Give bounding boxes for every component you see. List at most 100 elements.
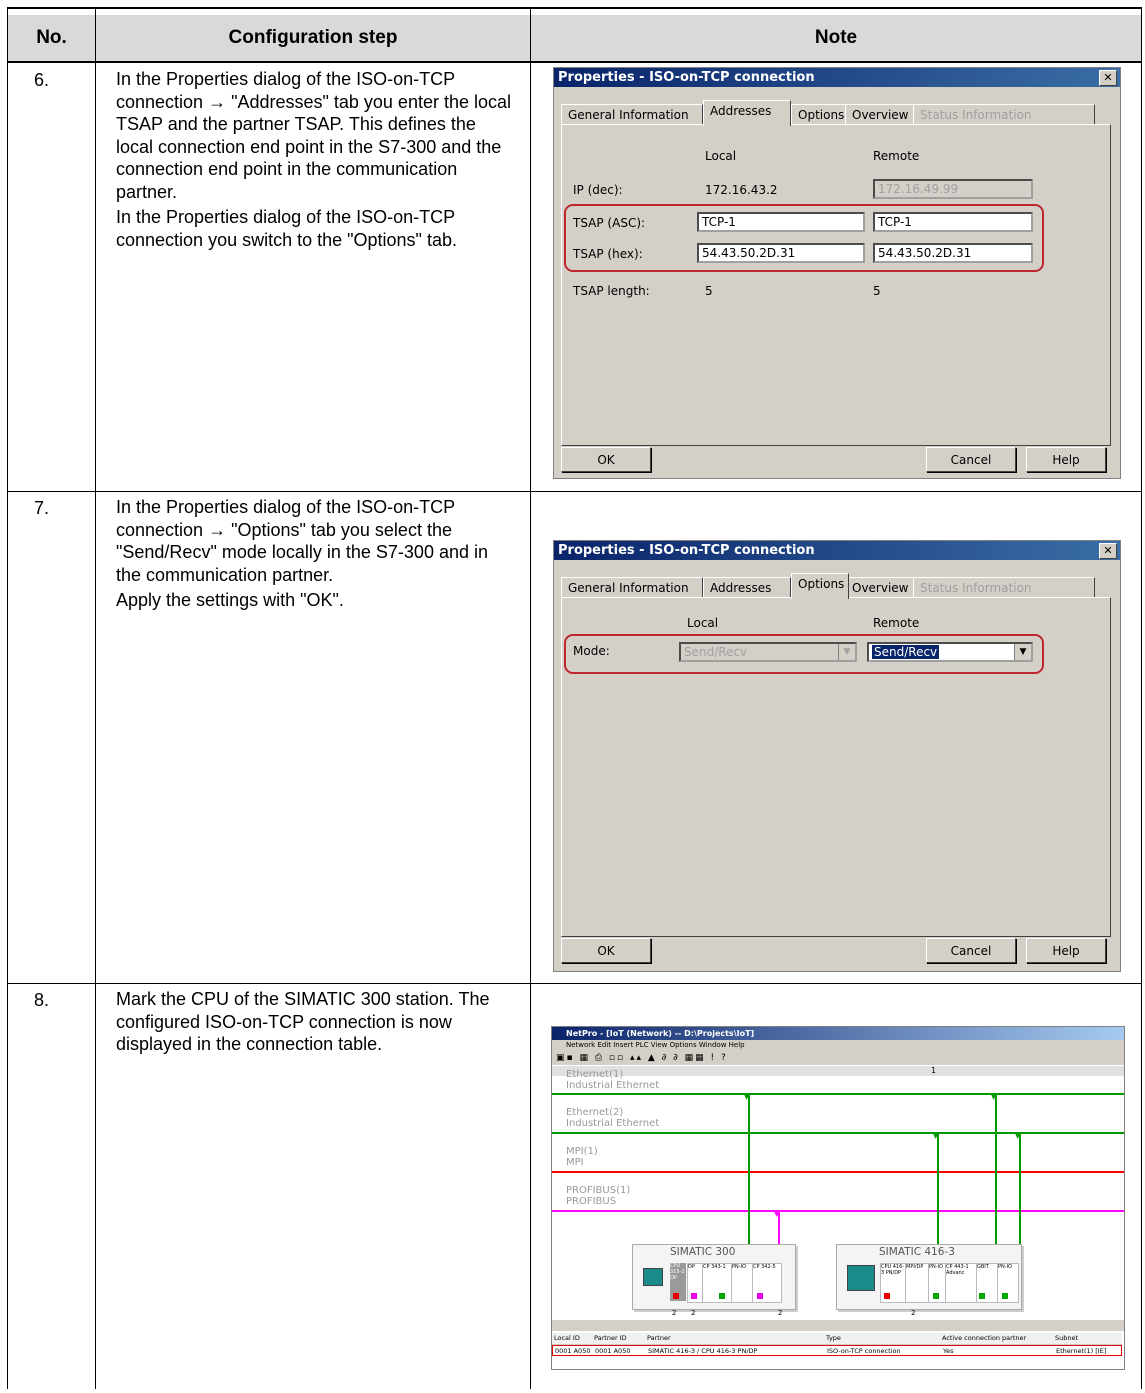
station-name: SIMATIC 300 [670, 1246, 736, 1258]
col-remote: Remote [873, 616, 920, 630]
row-number-6: 6. [34, 70, 50, 90]
module-label: PN-IO [929, 1264, 943, 1270]
ip-remote-field[interactable]: 172.16.49.99 [873, 179, 1033, 199]
col-header: Partner ID [594, 1334, 627, 1342]
network-label: Ethernet(1) Industrial Ethernet [566, 1069, 659, 1091]
header-note-label: Note [814, 27, 858, 48]
tab-status-information[interactable]: Status Information [913, 577, 1095, 598]
network-name: Ethernet(2) [566, 1107, 624, 1118]
tab-panel: Local Remote IP (dec): 172.16.43.2 172.1… [561, 124, 1111, 446]
tab-options[interactable]: Options [791, 573, 849, 599]
tab-addresses[interactable]: Addresses [703, 577, 791, 598]
port-icon [1002, 1293, 1008, 1299]
port-icon [757, 1293, 763, 1299]
tab-options[interactable]: Options [791, 104, 849, 125]
network-type: Industrial Ethernet [566, 1080, 660, 1091]
ruler-number: 1 [931, 1066, 937, 1075]
col-header: Partner [647, 1334, 671, 1342]
table-row[interactable]: 0001 A050 0001 A050 SIMATIC 416-3 / CPU … [552, 1345, 1122, 1356]
grid-line [1141, 7, 1142, 1389]
tab-general-information[interactable]: General Information [561, 104, 703, 125]
grid-line [95, 7, 96, 1389]
network-name: PROFIBUS(1) [566, 1185, 631, 1196]
properties-dialog-addresses: Properties - ISO-on-TCP connection ✕ Gen… [553, 67, 1121, 479]
tsap-length-remote: 5 [873, 284, 881, 298]
cancel-button[interactable]: Cancel [926, 938, 1016, 963]
horizontal-scrollbar[interactable] [552, 1320, 1124, 1331]
tab-general-information[interactable]: General Information [561, 577, 703, 598]
header-no: No. [8, 15, 95, 61]
tab-addresses[interactable]: Addresses [703, 100, 791, 126]
cell-active-partner: Yes [943, 1347, 954, 1355]
netpro-toolbar[interactable]: ▣▪ ▦ ⎙ ▫▫ ▴▴ ▲ ∂ ∂ ▦▦ ! ? [552, 1051, 1124, 1065]
row-number-8: 8. [34, 990, 50, 1010]
network-label: PROFIBUS(1) PROFIBUS [566, 1185, 630, 1207]
header-step-label: Configuration step [228, 27, 398, 48]
pnio-module[interactable]: PN-IO [731, 1263, 753, 1303]
connector-arrow-icon: ▼ [774, 1210, 780, 1218]
tab-overview[interactable]: Overview [845, 104, 917, 125]
help-button[interactable]: Help [1026, 938, 1106, 963]
ethernet-1-line[interactable] [552, 1093, 1124, 1095]
row-step-7: In the Properties dialog of the ISO-on-T… [116, 496, 511, 615]
network-label: MPI(1) MPI [566, 1146, 598, 1168]
cp-module[interactable]: CP 343-1 [702, 1263, 732, 1303]
col-local: Local [687, 616, 719, 630]
cp-module[interactable]: CP 443-1 Advanc [945, 1263, 977, 1303]
network-type: Industrial Ethernet [566, 1118, 660, 1129]
col-header: Active connection partner [942, 1334, 1027, 1342]
tab-overview[interactable]: Overview [845, 577, 917, 598]
tsap-length-label: TSAP length: [573, 284, 650, 298]
ethernet-2-line[interactable] [552, 1132, 1124, 1134]
header-note: Note [531, 15, 1141, 61]
cell-subnet: Ethernet(1) [IE] [1056, 1347, 1107, 1355]
port-icon [933, 1293, 939, 1299]
row-step-6: In the Properties dialog of the ISO-on-T… [116, 68, 511, 254]
grid-line [7, 7, 8, 1389]
network-type: MPI [566, 1157, 584, 1168]
ip-local: 172.16.43.2 [705, 183, 778, 197]
pnio-module[interactable]: PN-IO [997, 1263, 1019, 1303]
ok-button[interactable]: OK [561, 938, 651, 963]
ok-button[interactable]: OK [561, 447, 651, 472]
rack-icon [643, 1268, 663, 1286]
col-remote: Remote [873, 149, 920, 163]
cell-type: ISO-on-TCP connection [827, 1347, 901, 1355]
help-button[interactable]: Help [1026, 447, 1106, 472]
grid-line [530, 7, 531, 1389]
subnet-number: 2 [778, 1309, 783, 1317]
tab-panel: Local Remote Mode: Send/Recv ▼ Send/Recv… [561, 597, 1111, 937]
module-label: DP [688, 1264, 695, 1270]
cell-partner: SIMATIC 416-3 / CPU 416-3 PN/DP [648, 1347, 758, 1355]
cancel-button[interactable]: Cancel [926, 447, 1016, 472]
close-icon[interactable]: ✕ [1099, 543, 1117, 559]
module-label: CP 443-1 Advanc [946, 1264, 969, 1276]
step-text: Mark the CPU of the SIMATIC 300 station.… [116, 989, 490, 1054]
connector-line [748, 1093, 750, 1246]
grid-line [7, 61, 1142, 63]
network-label: Ethernet(2) Industrial Ethernet [566, 1107, 659, 1129]
station-simatic-416[interactable]: SIMATIC 416-3 CPU 416-3 PN/DP MPI/DP PN-… [836, 1244, 1022, 1310]
module-label: CPU 416-3 PN/DP [881, 1264, 905, 1276]
highlight-frame [564, 204, 1044, 272]
mpidp-module[interactable]: MPI/DP [905, 1263, 929, 1303]
connector-arrow-icon: ▼ [744, 1093, 750, 1101]
col-header: Type [826, 1334, 841, 1342]
station-simatic-300[interactable]: SIMATIC 300 CPU 315-2 DP DP CP 343-1 PN-… [632, 1244, 796, 1310]
grid-line [7, 983, 1142, 984]
port-icon [979, 1293, 985, 1299]
row-number-7: 7. [34, 498, 50, 518]
close-icon[interactable]: ✕ [1099, 70, 1117, 86]
dialog-title-text: Properties - ISO-on-TCP connection [558, 70, 815, 85]
profibus-line[interactable] [552, 1210, 1124, 1212]
network-type: PROFIBUS [566, 1196, 617, 1207]
netpro-menu[interactable]: Network Edit Insert PLC View Options Win… [552, 1040, 1124, 1051]
port-icon [884, 1293, 890, 1299]
mpi-line[interactable] [552, 1171, 1124, 1173]
rack-icon [847, 1265, 875, 1291]
network-canvas[interactable]: 1 Ethernet(1) Industrial Ethernet Etherne… [552, 1066, 1124, 1318]
subnet-number: 2 [672, 1309, 677, 1317]
module-label: CP 343-1 [703, 1264, 726, 1270]
tab-status-information[interactable]: Status Information [913, 104, 1095, 125]
port-icon [719, 1293, 725, 1299]
